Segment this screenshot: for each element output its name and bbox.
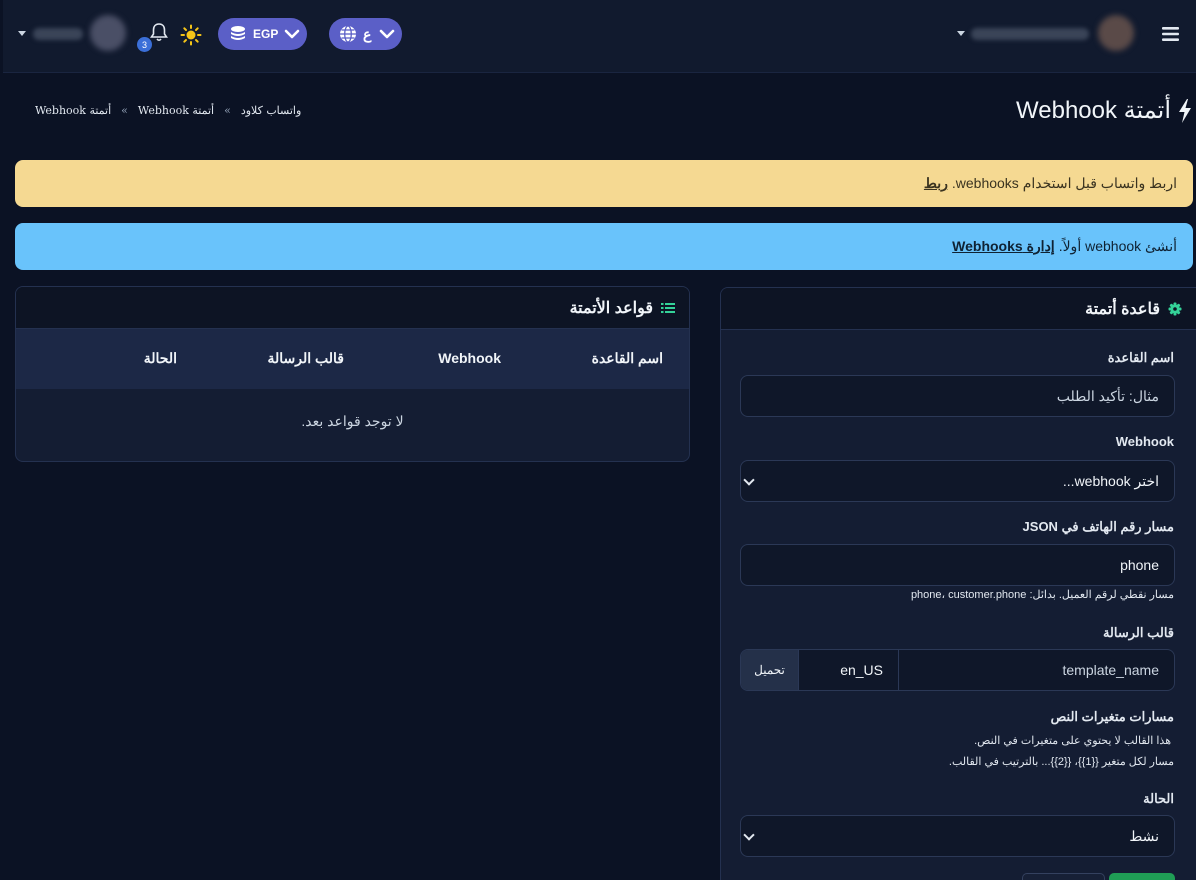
- avatar[interactable]: [90, 15, 126, 51]
- user-menu-toggle[interactable]: [18, 31, 26, 36]
- phone-path-input[interactable]: phone: [740, 544, 1175, 586]
- empty-state-text: لا توجد قواعد بعد.: [301, 413, 404, 429]
- status-label: الحالة: [1143, 791, 1174, 806]
- table-header: اسم القاعدة Webhook قالب الرسالة الحالة: [16, 329, 689, 389]
- load-template-button[interactable]: تحميل: [741, 650, 799, 690]
- column-header: الحالة: [143, 350, 177, 366]
- page-title-text: أتمتة Webhook: [1016, 97, 1171, 124]
- account-menu-toggle[interactable]: [957, 31, 965, 36]
- connect-link[interactable]: ربط: [924, 175, 948, 192]
- sidebar-toggle-button[interactable]: [1161, 25, 1181, 43]
- variable-paths-label: مسارات متغيرات النص: [1050, 709, 1174, 724]
- user-name[interactable]: [33, 28, 83, 40]
- rule-name-input[interactable]: مثال: تأكيد الطلب: [740, 375, 1175, 417]
- globe-icon: [340, 25, 356, 43]
- webhook-selected-value: اختر webhook...: [1062, 472, 1159, 489]
- automation-rule-form-card: قاعدة أتمتة اسم القاعدة مثال: تأكيد الطل…: [720, 287, 1196, 880]
- create-webhook-alert: أنشئ webhook أولاً. إدارة Webhooks: [15, 223, 1193, 270]
- automation-rules-card: قواعد الأتمتة اسم القاعدة Webhook قالب ا…: [15, 286, 690, 462]
- template-input-group: تحميل en_US template_name: [740, 649, 1175, 691]
- breadcrumb: واتساب كلاود » أتمتة Webhook » أتمتة Web…: [35, 104, 301, 117]
- top-navbar: 3 EGP ع: [3, 0, 1196, 73]
- column-header: اسم القاعدة: [591, 350, 663, 366]
- list-icon: [661, 302, 675, 313]
- phone-path-label: مسار رقم الهاتف في JSON: [1022, 519, 1174, 534]
- alert-text: أنشئ webhook أولاً.: [1058, 238, 1177, 254]
- alert-text: اربط واتساب قبل استخدام webhooks.: [951, 175, 1177, 191]
- chevron-down-icon: [957, 31, 965, 36]
- rule-name-label: اسم القاعدة: [1107, 350, 1174, 365]
- column-header: Webhook: [438, 350, 501, 366]
- variables-note: هذا القالب لا يحتوي على متغيرات في النص.: [974, 735, 1171, 747]
- chevron-down-icon: [18, 31, 26, 36]
- account-avatar[interactable]: [1098, 15, 1134, 51]
- page-title: أتمتة Webhook: [1016, 96, 1193, 125]
- chevron-down-icon: [743, 474, 755, 486]
- gear-icon: [1168, 302, 1182, 315]
- breadcrumb-item[interactable]: أتمتة Webhook: [138, 104, 214, 117]
- column-header: قالب الرسالة: [267, 350, 344, 366]
- coins-icon: [231, 26, 245, 40]
- bolt-icon: [1179, 98, 1191, 123]
- chevron-down-icon: [743, 829, 755, 841]
- sun-icon: [180, 24, 202, 46]
- breadcrumb-item[interactable]: واتساب كلاود: [241, 104, 301, 117]
- card-header: قواعد الأتمتة: [16, 287, 689, 329]
- template-name-input[interactable]: template_name: [899, 650, 1174, 690]
- currency-selector[interactable]: EGP: [218, 18, 307, 50]
- save-rule-button[interactable]: [1109, 873, 1175, 880]
- notifications-button[interactable]: [149, 22, 169, 44]
- breadcrumb-current: أتمتة Webhook: [35, 104, 112, 117]
- card-header: قاعدة أتمتة: [721, 288, 1196, 330]
- chevron-down-icon: [285, 29, 300, 39]
- status-selected-value: نشط: [1129, 827, 1159, 844]
- webhook-select[interactable]: اختر webhook...: [740, 460, 1175, 502]
- card-title: قاعدة أتمتة: [1085, 300, 1160, 318]
- hamburger-menu-icon: [1162, 27, 1179, 41]
- language-label: ع: [363, 25, 372, 42]
- webhook-label: Webhook: [1115, 434, 1174, 449]
- card-title: قواعد الأتمتة: [569, 299, 653, 317]
- currency-label: EGP: [253, 27, 279, 41]
- account-name[interactable]: [971, 28, 1089, 40]
- theme-toggle-button[interactable]: [180, 24, 202, 46]
- breadcrumb-separator: »: [121, 104, 128, 117]
- bell-icon: [150, 23, 168, 42]
- manage-webhooks-link[interactable]: إدارة Webhooks: [952, 238, 1055, 255]
- reset-form-button[interactable]: [1022, 873, 1105, 880]
- template-label: قالب الرسالة: [1102, 625, 1174, 640]
- language-selector[interactable]: ع: [329, 18, 402, 50]
- connect-whatsapp-alert: اربط واتساب قبل استخدام webhooks. ربط: [15, 160, 1193, 207]
- template-language-input[interactable]: en_US: [799, 650, 899, 690]
- notification-count-badge: 3: [137, 37, 152, 52]
- status-select[interactable]: نشط: [740, 815, 1175, 857]
- variables-help: مسار لكل متغير {{1}}، {{2}}... بالترتيب …: [948, 756, 1174, 768]
- chevron-down-icon: [380, 29, 395, 39]
- breadcrumb-separator: »: [224, 104, 231, 117]
- phone-path-help: مسار نقطي لرقم العميل. بدائل: phone، cus…: [910, 589, 1174, 601]
